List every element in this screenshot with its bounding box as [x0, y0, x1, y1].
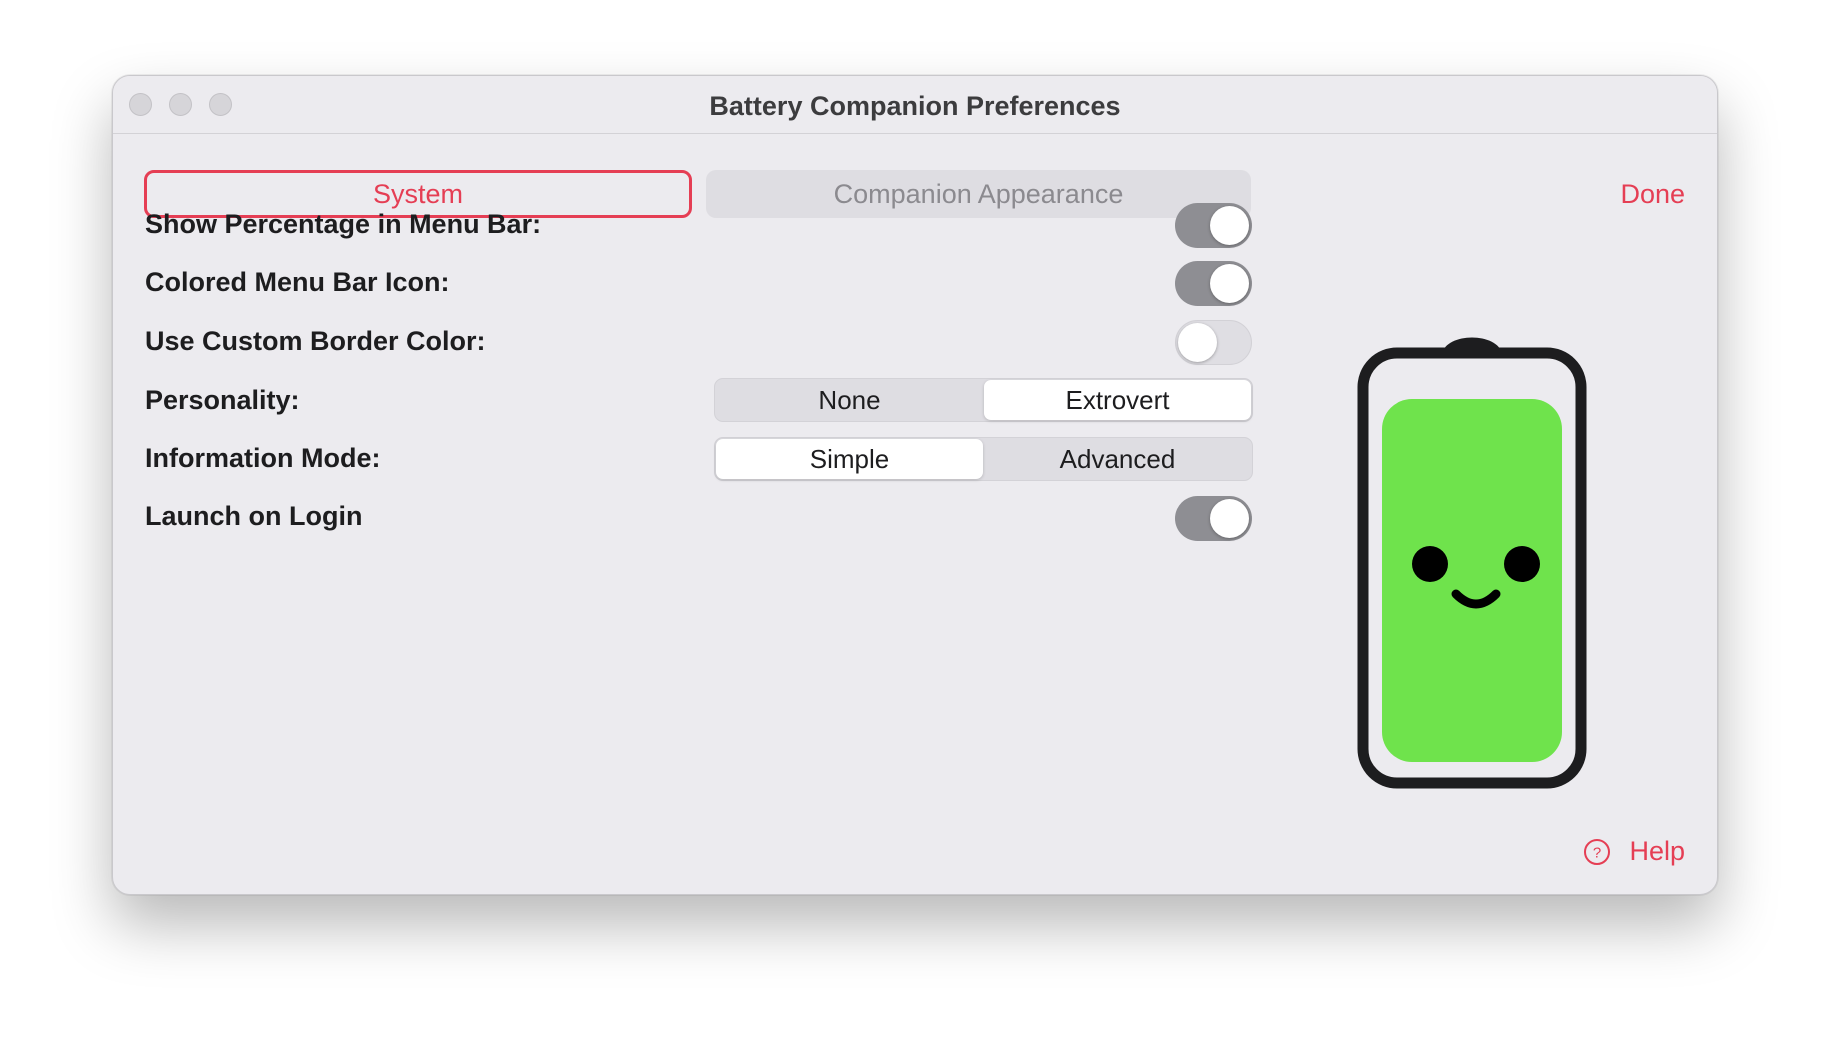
svg-text:?: ?	[1593, 844, 1601, 861]
help-button[interactable]: ? Help	[1583, 836, 1685, 867]
done-button[interactable]: Done	[1620, 179, 1685, 210]
battery-fill	[1382, 399, 1562, 762]
preferences-window: Battery Companion Preferences System Com…	[112, 75, 1718, 895]
right-eye	[1504, 546, 1540, 582]
show-percentage-label: Show Percentage in Menu Bar:	[145, 209, 542, 239]
launch-on-login-label: Launch on Login	[145, 501, 363, 531]
battery-companion-illustration	[1357, 337, 1587, 789]
window-title: Battery Companion Preferences	[709, 91, 1121, 121]
toggle-knob	[1210, 264, 1249, 303]
custom-border-label: Use Custom Border Color:	[145, 326, 486, 356]
information-mode-option-simple[interactable]: Simple	[716, 439, 983, 479]
tab-companion-appearance[interactable]: Companion Appearance	[706, 170, 1251, 218]
personality-segmented-control: None Extrovert	[714, 378, 1253, 422]
information-mode-option-advanced[interactable]: Advanced	[984, 439, 1251, 479]
launch-on-login-toggle[interactable]	[1175, 496, 1252, 541]
personality-option-none[interactable]: None	[716, 380, 983, 420]
information-mode-segmented-control: Simple Advanced	[714, 437, 1253, 481]
personality-label: Personality:	[145, 385, 300, 415]
title-bar: Battery Companion Preferences	[113, 76, 1717, 134]
show-percentage-toggle[interactable]	[1175, 203, 1252, 248]
left-eye	[1412, 546, 1448, 582]
toggle-knob	[1210, 499, 1249, 538]
help-label: Help	[1629, 836, 1685, 866]
question-circle-icon: ?	[1584, 838, 1611, 865]
information-mode-label: Information Mode:	[145, 443, 381, 473]
colored-icon-label: Colored Menu Bar Icon:	[145, 267, 450, 297]
toggle-knob	[1178, 323, 1217, 362]
personality-option-extrovert[interactable]: Extrovert	[984, 380, 1251, 420]
colored-icon-toggle[interactable]	[1175, 261, 1252, 306]
toggle-knob	[1210, 206, 1249, 245]
custom-border-toggle[interactable]	[1175, 320, 1252, 365]
